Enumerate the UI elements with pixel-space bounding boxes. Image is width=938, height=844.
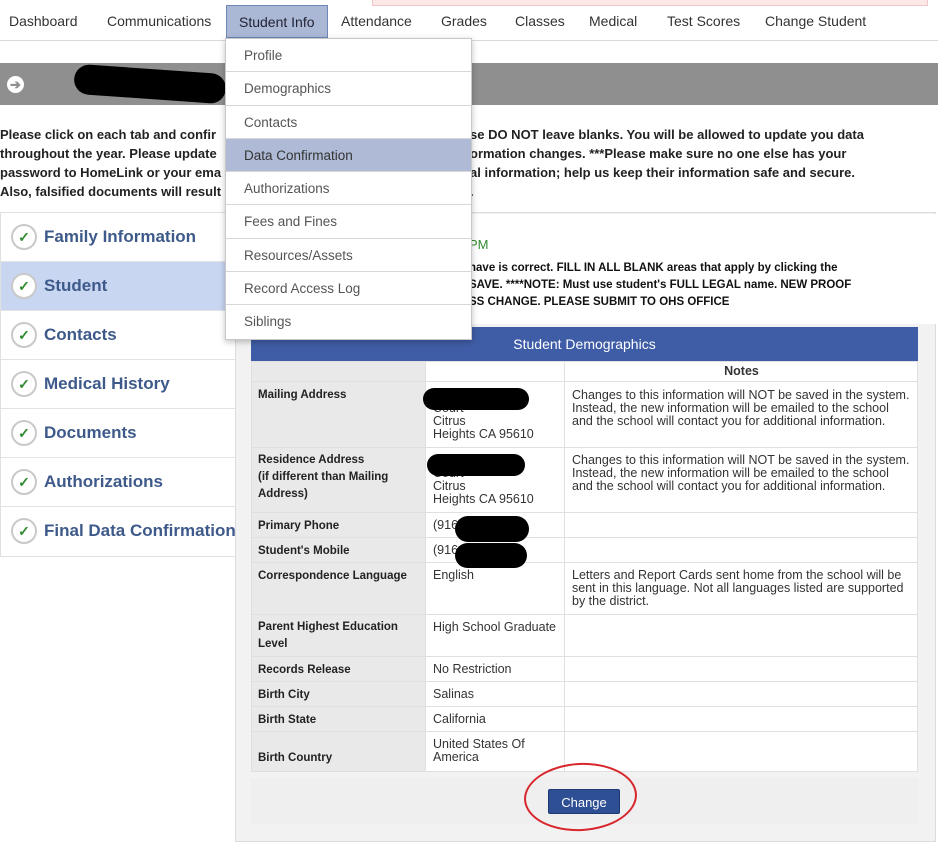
tab-label: Authorizations [44, 472, 163, 491]
top-navigation: Dashboard Communications Student Info At… [0, 0, 938, 41]
parent-education-note [564, 614, 918, 657]
nav-medical[interactable]: Medical [589, 13, 637, 29]
nav-dashboard[interactable]: Dashboard [9, 13, 78, 29]
row-label-birth-country: Birth Country [251, 731, 426, 772]
action-bar: Change [251, 778, 918, 824]
instructions-line-3b: al information; help us keep their infor… [470, 165, 856, 180]
tab-label: Medical History [44, 374, 170, 393]
menu-item-record-access-log[interactable]: Record Access Log [226, 272, 471, 306]
mailing-address-note: Changes to this information will NOT be … [564, 381, 918, 448]
primary-phone-note [564, 512, 918, 538]
tab-contacts[interactable]: ✓ Contacts [1, 311, 235, 360]
menu-item-profile[interactable]: Profile [226, 39, 471, 73]
row-label-birth-state: Birth State [251, 706, 426, 732]
checkmark-icon: ✓ [11, 224, 37, 250]
tab-documents[interactable]: ✓ Documents [1, 409, 235, 458]
warning-line: have is correct. FILL IN ALL BLANK areas… [469, 262, 838, 274]
checkmark-icon: ✓ [11, 469, 37, 495]
correspondence-language-note: Letters and Report Cards sent home from … [564, 562, 918, 615]
redacted-mobile-phone [455, 543, 527, 568]
alert-strip [372, 0, 928, 6]
birth-state-value: California [425, 706, 565, 732]
tab-label: Documents [44, 423, 137, 442]
table-header-blank [425, 361, 565, 382]
records-release-note [564, 656, 918, 682]
change-button[interactable]: Change [548, 789, 620, 814]
checkmark-icon: ✓ [11, 322, 37, 348]
back-arrow-icon[interactable]: ➔ [7, 76, 24, 93]
nav-attendance[interactable]: Attendance [341, 13, 412, 29]
data-confirmation-tabs: ✓ Family Information ✓ Student ✓ Contacts ✓… [0, 212, 236, 557]
row-label-mailing-address: Mailing Address [251, 381, 426, 448]
menu-item-demographics[interactable]: Demographics [226, 72, 471, 106]
menu-item-fees-and-fines[interactable]: Fees and Fines [226, 205, 471, 239]
checkmark-icon: ✓ [11, 518, 37, 544]
tab-label: Family Information [44, 227, 197, 246]
redacted-residence-street [427, 454, 525, 476]
panel-warning: have is correct. FILL IN ALL BLANK areas… [469, 260, 851, 311]
nav-grades[interactable]: Grades [441, 13, 487, 29]
instructions-line-2a: throughout the year. Please update [0, 146, 217, 161]
residence-address-note: Changes to this information will NOT be … [564, 447, 918, 513]
tab-final-data-confirmation[interactable]: ✓ Final Data Confirmation [1, 507, 236, 556]
instructions-line-1a: Please click on each tab and confir [0, 127, 217, 142]
warning-line: SS CHANGE. PLEASE SUBMIT TO OHS OFFICE [469, 296, 730, 308]
checkmark-icon: ✓ [11, 420, 37, 446]
birth-city-note [564, 681, 918, 707]
row-label-student-mobile: Student's Mobile [251, 537, 426, 563]
tab-family-information[interactable]: ✓ Family Information [1, 213, 235, 262]
instructions-line-2b: ormation changes. ***Please make sure no… [470, 146, 847, 161]
notes-header: Notes [564, 361, 918, 382]
nav-classes[interactable]: Classes [515, 13, 565, 29]
tab-label: Final Data Confirmation [44, 521, 236, 540]
redacted-primary-phone [455, 516, 529, 542]
row-label-correspondence-language: Correspondence Language [251, 562, 426, 615]
birth-country-value: United States Of America [425, 731, 565, 772]
nav-communications[interactable]: Communications [107, 13, 211, 29]
nav-change-student[interactable]: Change Student [765, 13, 866, 29]
tab-label: Student [44, 276, 108, 295]
menu-item-data-confirmation[interactable]: Data Confirmation [226, 138, 471, 173]
checkmark-icon: ✓ [11, 273, 37, 299]
menu-item-contacts[interactable]: Contacts [226, 106, 471, 139]
redacted-student-name [73, 63, 227, 105]
nav-student-info[interactable]: Student Info [226, 5, 328, 38]
birth-country-note [564, 731, 918, 772]
row-label-residence-address: Residence Address (if different than Mai… [251, 447, 426, 513]
redacted-mailing-street [423, 388, 529, 410]
row-label-birth-city: Birth City [251, 681, 426, 707]
tab-medical-history[interactable]: ✓ Medical History [1, 360, 235, 409]
records-release-value: No Restriction [425, 656, 565, 682]
menu-item-authorizations[interactable]: Authorizations [226, 172, 471, 206]
tab-authorizations[interactable]: ✓ Authorizations [1, 458, 235, 507]
birth-city-value: Salinas [425, 681, 565, 707]
tab-student[interactable]: ✓ Student [1, 262, 235, 311]
row-label-parent-education: Parent Highest Education Level [251, 614, 426, 657]
nav-test-scores[interactable]: Test Scores [667, 13, 740, 29]
correspondence-language-value: English [425, 562, 565, 615]
instructions-line-4a: Also, falsified documents will result [0, 184, 222, 199]
checkmark-icon: ✓ [11, 371, 37, 397]
birth-state-note [564, 706, 918, 732]
warning-line: SAVE. ****NOTE: Must use student's FULL … [469, 279, 852, 291]
tab-label: Contacts [44, 325, 117, 344]
row-label-records-release: Records Release [251, 656, 426, 682]
menu-item-resources-assets[interactable]: Resources/Assets [226, 239, 471, 273]
student-mobile-note [564, 537, 918, 563]
instructions-line-1b: se DO NOT leave blanks. You will be allo… [470, 127, 864, 142]
menu-item-siblings[interactable]: Siblings [226, 305, 471, 338]
student-info-dropdown: Profile Demographics Contacts Data Confi… [225, 38, 472, 340]
parent-education-value: High School Graduate [425, 614, 565, 657]
student-demographics-table: Student Demographics Notes Mailing Addre… [251, 327, 918, 772]
row-label-primary-phone: Primary Phone [251, 512, 426, 538]
table-header-blank [251, 361, 426, 382]
instructions-line-3a: password to HomeLink or your ema [0, 165, 222, 180]
